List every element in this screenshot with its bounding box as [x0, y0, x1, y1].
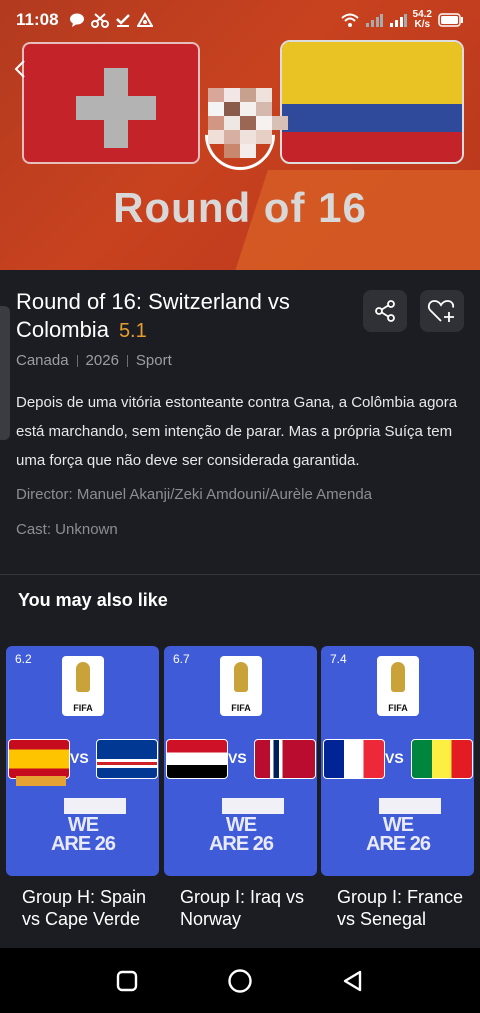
- pixelated-area: [64, 798, 126, 814]
- network-speed: 54.2 K/s: [413, 10, 432, 30]
- related-card-poster: 6.7 FIFA VS WE ARE 26: [164, 646, 317, 876]
- we-are-26-badge: WE ARE 26: [208, 814, 274, 855]
- related-card-score: 6.7: [173, 652, 190, 666]
- related-card[interactable]: 6.7 FIFA VS WE ARE 26 Group I: Iraq vs N…: [164, 646, 317, 930]
- scissors-icon: [90, 13, 109, 28]
- meta-country: Canada: [16, 352, 69, 369]
- colombia-flag-image: [280, 40, 464, 164]
- related-card-title: Group H: Spain vs Cape Verde: [22, 887, 147, 929]
- status-time: 11:08: [16, 10, 59, 29]
- vs-label: VS: [385, 750, 404, 766]
- vs-label: VS: [228, 750, 247, 766]
- triangle-back-nav-icon: [344, 970, 362, 991]
- share-button[interactable]: [363, 290, 407, 332]
- recent-apps-button[interactable]: [112, 966, 142, 996]
- battery-icon: [438, 13, 463, 27]
- home-button[interactable]: [225, 966, 255, 996]
- pixelated-area: [379, 798, 441, 814]
- related-card-poster: 6.2 FIFA VS WE ARE 26: [6, 646, 159, 876]
- fifa-label: FIFA: [388, 703, 408, 713]
- hero-banner: Round of 16: [0, 0, 480, 270]
- content-director: Director: Manuel Akanji/Zeki Amdouni/Aur…: [16, 486, 373, 503]
- hero-image-title: Round of 16: [113, 184, 367, 231]
- pixelated-area: [16, 776, 66, 786]
- side-drawer-handle[interactable]: [0, 306, 10, 440]
- meta-year: 2026: [85, 352, 119, 369]
- fifa-logo: FIFA: [220, 656, 262, 716]
- fifa-logo: FIFA: [62, 656, 104, 716]
- vs-label: VS: [70, 750, 89, 766]
- heart-plus-icon: [427, 300, 455, 322]
- norway-flag-image: [254, 739, 316, 779]
- fifa-label: FIFA: [73, 703, 93, 713]
- meta-genre: Sport: [135, 352, 172, 369]
- meta-separator: [126, 354, 128, 367]
- content-description: Depois de uma vitória estonteante contra…: [16, 394, 458, 469]
- france-flag-image: [323, 739, 385, 779]
- related-card-poster: 7.4 FIFA VS WE ARE 26: [321, 646, 474, 876]
- network-speed-unit: K/s: [414, 19, 431, 30]
- drive-icon: [136, 12, 153, 27]
- content-title: Round of 16: Switzerland vs Colombia: [16, 289, 290, 342]
- related-card-title: Group I: France vs Senegal: [337, 887, 464, 929]
- related-card-score: 7.4: [330, 652, 347, 666]
- content-cast: Cast: Unknown: [16, 521, 118, 538]
- add-to-favorites-button[interactable]: [420, 290, 464, 332]
- senegal-flag-image: [411, 739, 473, 779]
- chat-bubble-icon: [69, 13, 84, 27]
- square-nav-icon: [116, 970, 137, 991]
- fifa-logo: FIFA: [377, 656, 419, 716]
- fifa-label: FIFA: [231, 703, 251, 713]
- wifi-icon: [340, 13, 359, 27]
- section-title-related: You may also like: [18, 590, 168, 610]
- related-card-score: 6.2: [15, 652, 32, 666]
- content-rating: 5.1: [118, 320, 147, 342]
- related-card[interactable]: 7.4 FIFA VS WE ARE 26 Group I: France vs…: [321, 646, 474, 930]
- status-system-icons: 54.2 K/s: [340, 10, 464, 30]
- we-are-26-badge: WE ARE 26: [365, 814, 431, 855]
- section-divider: [0, 574, 480, 575]
- back-button[interactable]: [338, 966, 368, 996]
- content-title-block: Round of 16: Switzerland vs Colombia 5.1: [16, 288, 346, 345]
- content-meta: Canada 2026 Sport: [16, 352, 172, 369]
- switzerland-flag-image: [22, 42, 200, 164]
- iraq-flag-image: [166, 739, 228, 779]
- meta-separator: [76, 354, 78, 367]
- status-notification-icons: [69, 12, 153, 28]
- download-done-icon: [115, 14, 130, 27]
- related-card[interactable]: 6.2 FIFA VS WE ARE 26 Group H: Spain vs …: [6, 646, 159, 930]
- pixelated-area: [222, 798, 284, 814]
- share-icon: [375, 300, 395, 322]
- back-arrow-icon[interactable]: [10, 58, 32, 80]
- system-navigation-bar: [0, 948, 480, 1013]
- circle-nav-icon: [228, 968, 252, 993]
- cape-verde-flag-image: [96, 739, 158, 779]
- pixelated-vs-mark: [208, 88, 288, 160]
- status-bar: 11:08 54.2 K/s: [0, 0, 480, 40]
- spain-flag-image: [8, 739, 70, 779]
- related-card-title: Group I: Iraq vs Norway: [180, 887, 305, 929]
- signal-icon-2: [389, 14, 407, 27]
- we-are-26-badge: WE ARE 26: [50, 814, 116, 855]
- signal-icon-1: [365, 14, 383, 27]
